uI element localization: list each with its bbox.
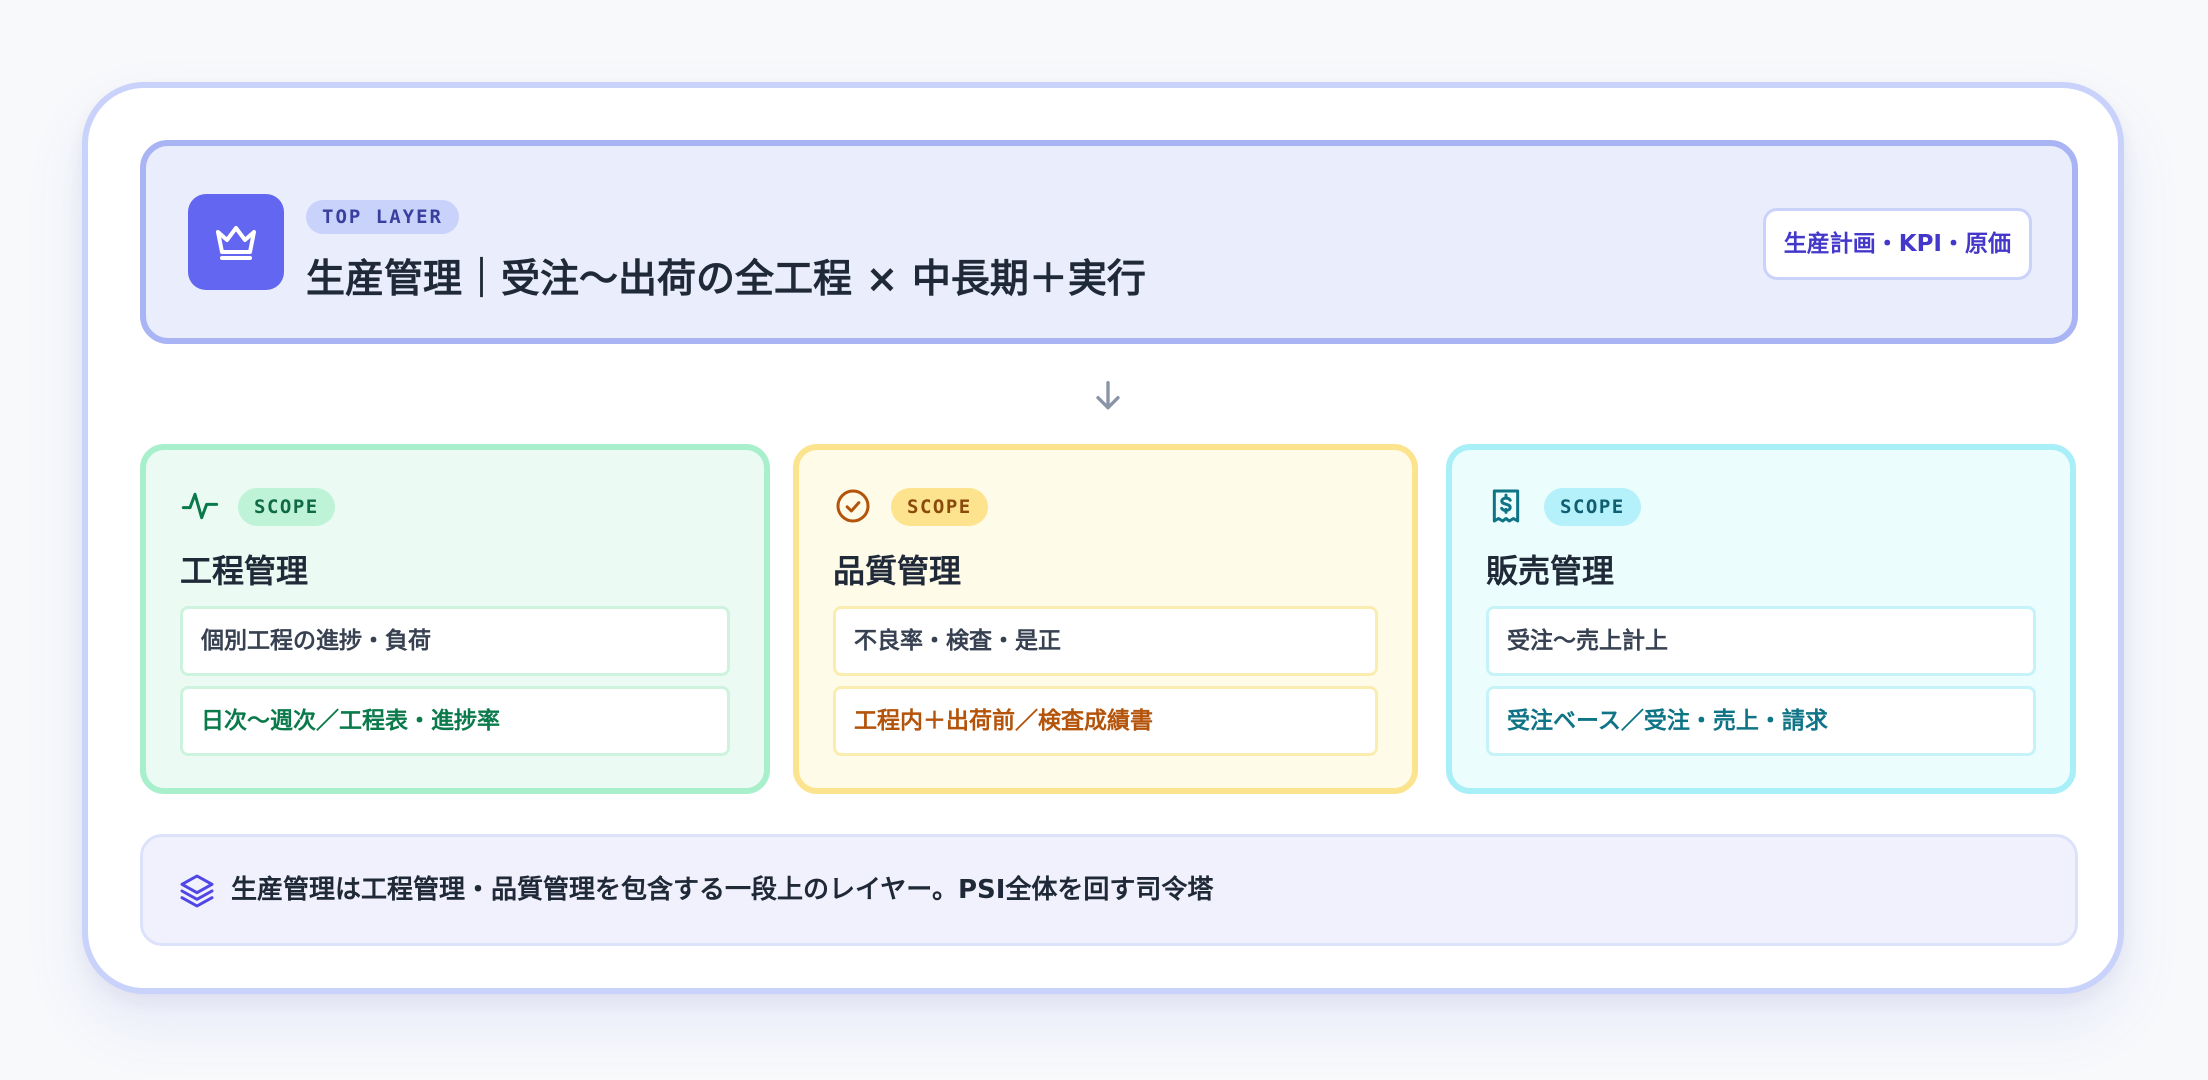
top-layer-title: 生産管理｜受注〜出荷の全工程 × 中長期＋実行 (306, 257, 1146, 302)
crown-icon (188, 194, 284, 290)
top-layer-card: TOP LAYER 生産管理｜受注〜出荷の全工程 × 中長期＋実行 生産計画・K… (140, 140, 2078, 344)
top-layer-tag: 生産計画・KPI・原価 (1762, 208, 2032, 280)
scope-row: 工程内＋出荷前／検査成績書 (833, 686, 1378, 756)
check-circle-icon (833, 486, 873, 526)
summary-note-text: 生産管理は工程管理・品質管理を包含する一段上のレイヤー。PSI全体を回す司令塔 (231, 875, 1214, 905)
scope-title: 工程管理 (180, 552, 309, 590)
receipt-dollar-icon (1486, 486, 1526, 526)
summary-note: 生産管理は工程管理・品質管理を包含する一段上のレイヤー。PSI全体を回す司令塔 (140, 834, 2078, 946)
scope-card-quality: SCOPE 品質管理 不良率・検査・是正 工程内＋出荷前／検査成績書 (793, 444, 1418, 794)
scope-row: 個別工程の進捗・負荷 (180, 606, 730, 676)
scope-badge: SCOPE (238, 488, 335, 526)
scope-row: 不良率・検査・是正 (833, 606, 1378, 676)
scope-badge: SCOPE (1544, 488, 1641, 526)
diagram-frame: TOP LAYER 生産管理｜受注〜出荷の全工程 × 中長期＋実行 生産計画・K… (82, 82, 2124, 994)
scope-title: 販売管理 (1486, 552, 1615, 590)
scope-row: 受注〜売上計上 (1486, 606, 2036, 676)
scope-title: 品質管理 (833, 552, 962, 590)
layers-icon (177, 871, 217, 911)
scope-card-process: SCOPE 工程管理 個別工程の進捗・負荷 日次〜週次／工程表・進捗率 (140, 444, 770, 794)
scope-row: 受注ベース／受注・売上・請求 (1486, 686, 2036, 756)
scope-row: 日次〜週次／工程表・進捗率 (180, 686, 730, 756)
top-layer-badge: TOP LAYER (306, 200, 459, 234)
arrow-down-icon (1088, 376, 1128, 416)
scope-card-sales: SCOPE 販売管理 受注〜売上計上 受注ベース／受注・売上・請求 (1446, 444, 2076, 794)
scope-badge: SCOPE (891, 488, 988, 526)
activity-icon (180, 486, 220, 526)
